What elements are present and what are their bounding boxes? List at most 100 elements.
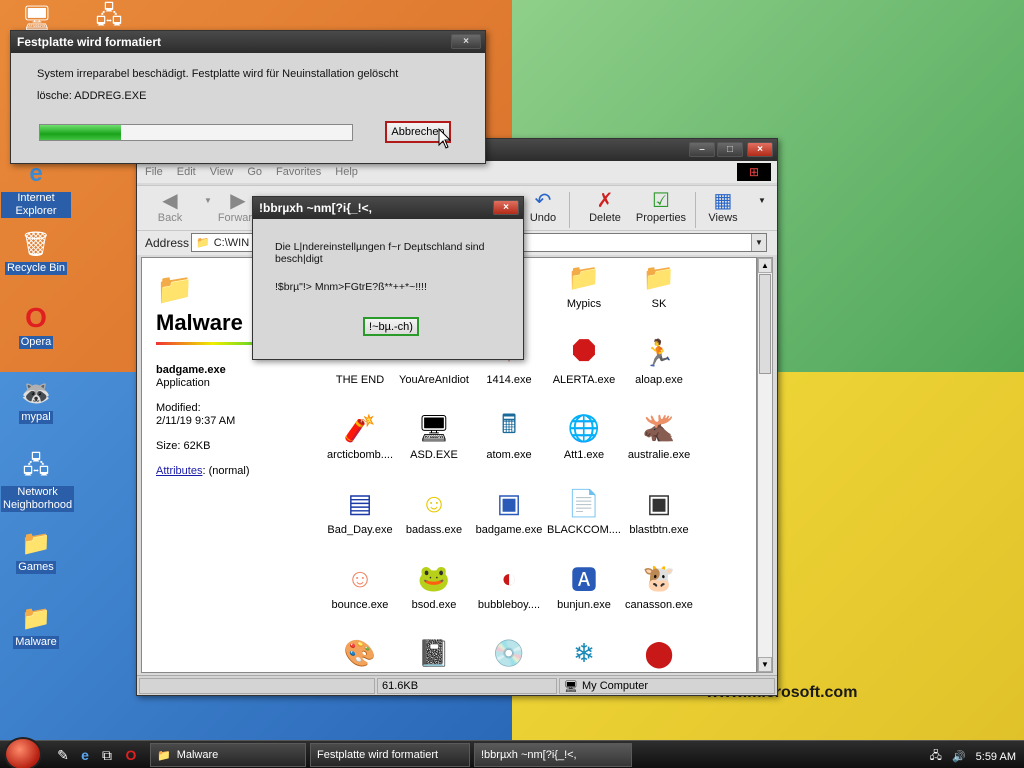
file-item[interactable]: ☺ bounce.exe bbox=[320, 561, 400, 612]
back-dropdown[interactable]: ▼ bbox=[195, 188, 212, 212]
close-button[interactable]: × bbox=[493, 200, 519, 215]
ok-button[interactable]: !~bµ.-ch) bbox=[363, 317, 419, 336]
calculator-icon: 🖩 bbox=[501, 409, 517, 439]
desktop-icon-label: Opera bbox=[18, 336, 54, 349]
file-label: badass.exe bbox=[405, 524, 463, 536]
desktop-icon-mypal[interactable]: 🦝 mypal bbox=[1, 377, 71, 424]
file-label: atom.exe bbox=[486, 449, 532, 461]
delete-button[interactable]: ✗ Delete bbox=[583, 188, 627, 225]
desktop-icon-label: Network Neighborhood bbox=[1, 486, 75, 512]
show-desktop-icon[interactable]: ✎ bbox=[54, 746, 72, 764]
task-error-dialog[interactable]: !bbrµxh ~nm[?i{_!<, bbox=[474, 743, 632, 767]
format-message-line2: lösche: ADDREG.EXE bbox=[37, 90, 147, 102]
mypal-icon: 🦝 bbox=[21, 379, 51, 407]
internet-explorer-icon[interactable]: e bbox=[76, 746, 94, 764]
minimize-button[interactable]: – bbox=[689, 142, 715, 157]
taskbar: ✎ e ⧉ O 📁 Malware Festplatte wird format… bbox=[0, 737, 1024, 768]
format-dialog-titlebar[interactable]: Festplatte wird formatiert × bbox=[11, 31, 485, 53]
dynamite-icon: 🧨 bbox=[343, 412, 377, 443]
file-label: canasson.exe bbox=[625, 599, 693, 611]
error-dialog: !bbrµxh ~nm[?i{_!<, × Die L|ndereinstell… bbox=[252, 196, 524, 360]
file-item[interactable]: ❄ bbox=[544, 636, 624, 672]
scroll-thumb[interactable] bbox=[759, 274, 771, 374]
desktop-icon-internet-explorer[interactable]: e Internet Explorer bbox=[1, 158, 71, 218]
opera-icon[interactable]: O bbox=[122, 746, 140, 764]
close-button[interactable]: × bbox=[451, 34, 481, 49]
task-malware[interactable]: 📁 Malware bbox=[150, 743, 306, 767]
desktop-icon-label: Internet Explorer bbox=[1, 192, 71, 218]
vertical-scrollbar[interactable]: ▲ ▼ bbox=[757, 257, 773, 673]
format-dialog-title: Festplatte wird formatiert bbox=[17, 35, 162, 49]
chevron-down-icon[interactable]: ▼ bbox=[751, 234, 766, 251]
desktop-icon-games[interactable]: 📁 Games bbox=[1, 527, 71, 574]
app-icon: ◐ bbox=[501, 562, 517, 593]
desktop-icon-recycle-bin[interactable]: 🗑 Recycle Bin bbox=[1, 228, 71, 275]
smiley-icon: ☺ bbox=[346, 562, 374, 593]
scroll-up-icon[interactable]: ▲ bbox=[758, 258, 772, 273]
file-item[interactable]: ▤ Bad_Day.exe bbox=[320, 486, 400, 537]
folder-icon: 📁 bbox=[642, 261, 676, 292]
network-icon[interactable]: 🖧 bbox=[930, 747, 942, 766]
file-item[interactable]: ◐ bubbleboy.... bbox=[469, 561, 549, 612]
file-item[interactable]: ☺ badass.exe bbox=[394, 486, 474, 537]
close-button[interactable]: × bbox=[747, 142, 773, 157]
format-dialog: Festplatte wird formatiert × System irre… bbox=[10, 30, 486, 164]
back-label: Back bbox=[157, 212, 183, 224]
menu-favorites[interactable]: Favorites bbox=[276, 166, 321, 178]
properties-button[interactable]: ☑ Properties bbox=[631, 188, 691, 225]
file-item[interactable]: 📄 BLACKCOM.... bbox=[544, 486, 624, 537]
undo-button[interactable]: ↶ Undo bbox=[523, 188, 563, 225]
desktop-icon-malware[interactable]: 📁 Malware bbox=[1, 602, 71, 649]
menu-view[interactable]: View bbox=[210, 166, 234, 178]
file-label: YouAreAnIdiot bbox=[399, 374, 469, 386]
error-dialog-titlebar[interactable]: !bbrµxh ~nm[?i{_!<, × bbox=[253, 197, 523, 219]
file-label: badgame.exe bbox=[475, 524, 543, 536]
scroll-down-icon[interactable]: ▼ bbox=[758, 657, 772, 672]
switch-windows-icon[interactable]: ⧉ bbox=[98, 746, 116, 764]
menu-help[interactable]: Help bbox=[335, 166, 358, 178]
menu-go[interactable]: Go bbox=[247, 166, 262, 178]
address-label: Address bbox=[145, 236, 190, 250]
toolbar-separator bbox=[695, 192, 696, 228]
file-item[interactable]: 📁 Mypics bbox=[544, 260, 624, 311]
file-item[interactable]: 🐮 canasson.exe bbox=[619, 561, 699, 612]
status-location: 🖥 My Computer bbox=[559, 678, 775, 694]
desktop-icon-network-neighborhood[interactable]: 🖧 Network Neighborhood bbox=[1, 452, 75, 512]
start-button[interactable] bbox=[4, 737, 42, 768]
task-format-dialog[interactable]: Festplatte wird formatiert bbox=[310, 743, 470, 767]
menu-edit[interactable]: Edit bbox=[177, 166, 196, 178]
volume-icon[interactable]: 🔊 bbox=[952, 750, 966, 763]
maximize-button[interactable]: □ bbox=[717, 142, 743, 157]
file-item[interactable]: 🫎 australie.exe bbox=[619, 411, 699, 462]
file-item[interactable]: 🧨 arcticbomb.... bbox=[320, 411, 400, 462]
snowflake-icon: ❄ bbox=[573, 637, 595, 668]
chevron-down-icon: ▼ bbox=[758, 195, 766, 205]
file-item[interactable]: 🏃 aloap.exe bbox=[619, 336, 699, 387]
attributes-link[interactable]: Attributes bbox=[156, 465, 202, 477]
views-button[interactable]: ▦ Views bbox=[703, 188, 743, 225]
file-item[interactable]: ⯃ ALERTA.exe bbox=[544, 336, 624, 386]
task-label: !bbrµxh ~nm[?i{_!<, bbox=[481, 749, 577, 761]
file-item[interactable]: 🖥 ASD.EXE bbox=[394, 411, 474, 462]
file-item[interactable]: ▣ blastbtn.exe bbox=[619, 486, 699, 537]
file-item[interactable]: 🌐 Att1.exe bbox=[544, 411, 624, 462]
menu-file[interactable]: File bbox=[145, 166, 163, 178]
file-item[interactable]: 🐸 bsod.exe bbox=[394, 561, 474, 612]
clock[interactable]: 5:59 AM bbox=[976, 751, 1016, 763]
file-item[interactable]: 🖩 atom.exe bbox=[469, 409, 549, 461]
views-dropdown[interactable]: ▼ bbox=[749, 188, 766, 212]
file-item[interactable]: ⬤ bbox=[619, 636, 699, 672]
file-item[interactable]: 📓 bbox=[394, 636, 474, 672]
file-item[interactable]: 🎨 bbox=[320, 636, 400, 672]
document-icon: 📄 bbox=[567, 487, 601, 518]
mouse-cursor-icon bbox=[438, 128, 452, 149]
back-button[interactable]: ◀ Back bbox=[147, 188, 193, 225]
file-label: bubbleboy.... bbox=[477, 599, 541, 611]
forward-arrow-icon: ▶ bbox=[230, 189, 246, 212]
desktop-icon-opera[interactable]: O Opera bbox=[1, 302, 71, 349]
file-item[interactable]: ▣ badgame.exe bbox=[469, 486, 549, 537]
file-item[interactable]: 📁 SK bbox=[619, 260, 699, 311]
file-label: blastbtn.exe bbox=[629, 524, 689, 536]
file-item[interactable]: 🅰bunjun.exe bbox=[544, 561, 624, 612]
file-item[interactable]: 💿 bbox=[469, 636, 549, 672]
